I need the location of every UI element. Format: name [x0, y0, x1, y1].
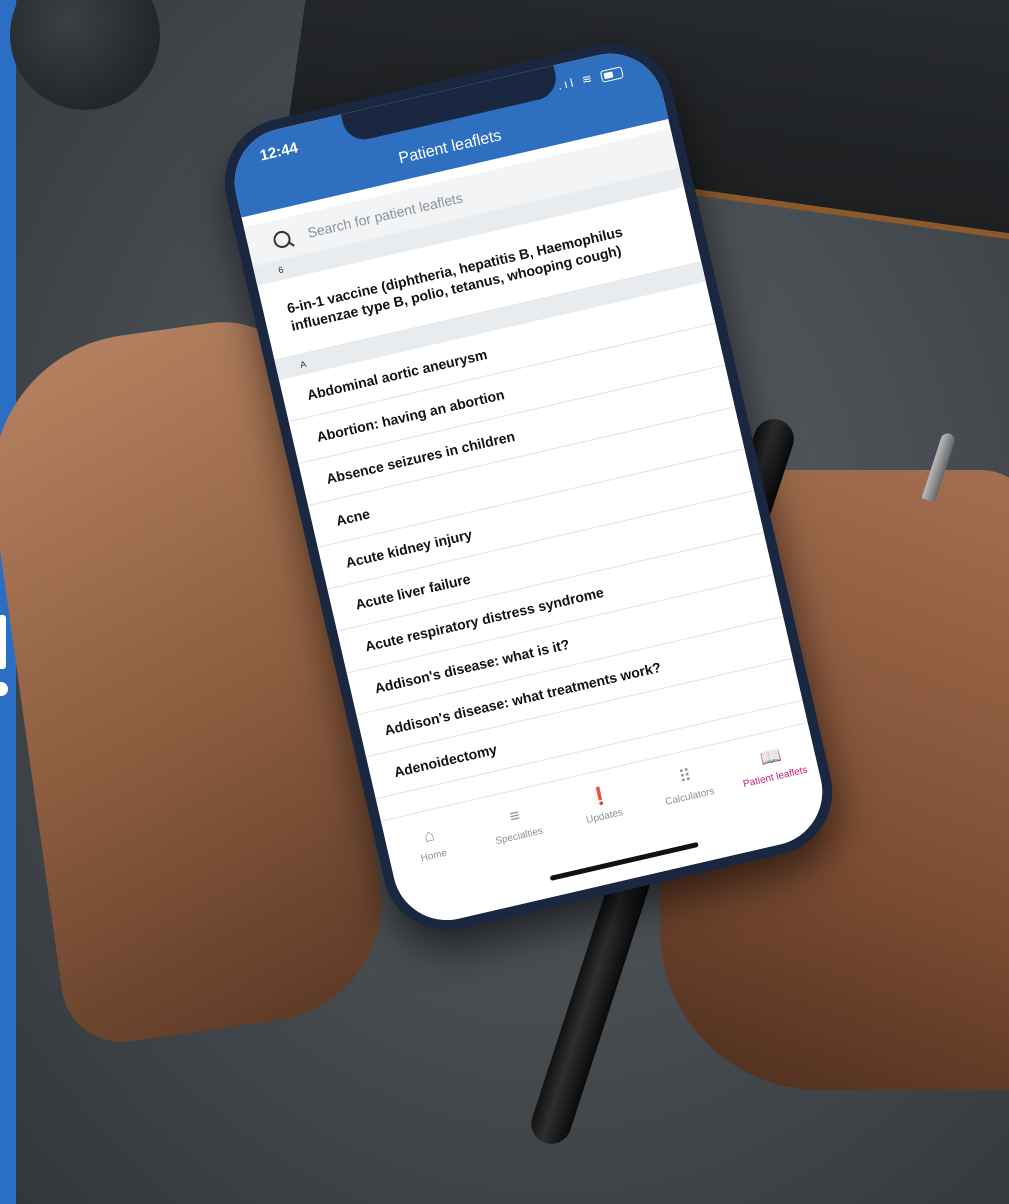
cup-background: [10, 0, 160, 110]
tab-label: Home: [419, 847, 449, 865]
list-icon: ≡: [507, 805, 522, 827]
signal-icon: .ıl: [556, 74, 578, 93]
brand-mark: [0, 615, 6, 669]
battery-icon: [599, 66, 624, 83]
tab-label: Updates: [585, 807, 625, 827]
tab-label: Patient leaflets: [742, 764, 809, 791]
alert-icon: ❗: [587, 784, 613, 808]
wifi-icon: ≋: [580, 70, 597, 88]
home-icon: ⌂: [422, 825, 437, 847]
tab-label: Calculators: [664, 785, 716, 808]
tab-label: Specialties: [494, 825, 545, 848]
keypad-icon: ⠿: [677, 765, 694, 788]
search-icon: [271, 228, 293, 250]
status-time: 12:44: [258, 139, 300, 165]
leaflet-icon: 📖: [758, 745, 784, 769]
status-icons: .ıl ≋: [556, 64, 624, 93]
